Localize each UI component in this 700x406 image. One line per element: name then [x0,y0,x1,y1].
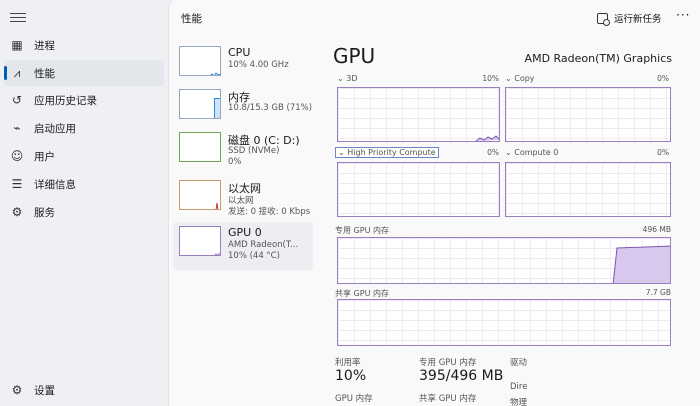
driver-label: 驱动 [510,358,528,368]
sidebar-item-label: 启动应用 [34,122,76,135]
dedicated-memory-label: 专用 GPU 内存 [335,226,389,235]
device-detail: 10.8/15.3 GB (71%) [228,103,313,113]
sidebar-item-label: 服务 [34,206,55,219]
engine-pct-copy: 0% [657,74,669,83]
graph-copy [505,87,671,142]
dedicated-stat-label: 专用 GPU 内存 [419,358,477,368]
graph-grid [506,163,670,216]
sidebar-item-label: 设置 [34,384,55,397]
sidebar-item-label: 应用历史记录 [34,94,97,107]
device-name: GPU 0 [228,226,262,239]
users-icon: ☺ [10,149,24,163]
app-history-icon: ↺ [11,93,23,107]
sidebar-item-users[interactable]: ☺ 用户 [4,143,164,169]
gear-icon: ⚙ [11,383,23,397]
gpu-sparkline [214,252,220,255]
device-detail: AMD Radeon(T... [228,240,299,250]
device-item-gpu[interactable]: GPU 0 AMD Radeon(T... 10% (44 °C) [173,222,313,270]
sidebar-item-startup-apps[interactable]: ⌁ 启动应用 [4,115,164,141]
utilization-label: 利用率 [335,358,361,368]
graph-grid [338,300,670,345]
main-panel: 性能 运行新任务 ··· CPU 10% 4.00 GHz 内存 10.8/15… [168,0,700,406]
utilization-value: 10% [335,368,367,384]
sidebar: ▦ 进程 ⩘ 性能 ↺ 应用历史记录 ⌁ 启动应用 ☺ 用户 ☰ 详细信息 ⚙ … [0,0,168,406]
run-new-task-button[interactable]: 运行新任务 [597,11,662,26]
device-detail-2: 10% (44 °C) [228,251,280,261]
sidebar-item-services[interactable]: ⚙ 服务 [4,199,164,225]
memory-thumbnail-graph [179,89,221,119]
graph-grid [506,88,670,141]
graph-high-priority-compute [337,162,500,217]
more-options-button[interactable]: ··· [676,8,690,22]
cpu-thumbnail-graph [179,46,221,76]
device-name: CPU [228,46,251,59]
engine-selector-high-priority-compute[interactable]: ⌄ High Priority Compute [335,147,439,158]
sidebar-item-label: 详细信息 [34,178,76,191]
page-title: 性能 [181,13,202,25]
engine-selector-copy[interactable]: ⌄ Copy [505,74,535,83]
gpu-thumbnail-graph [179,226,221,256]
dedicated-stat-value: 395/496 MB [419,368,504,384]
device-item-cpu[interactable]: CPU 10% 4.00 GHz [173,42,313,88]
device-item-disk[interactable]: 磁盘 0 (C: D:) SSD (NVMe) 0% [173,128,313,174]
sidebar-item-performance[interactable]: ⩘ 性能 [4,60,164,86]
disk-thumbnail-graph [179,132,221,162]
device-item-memory[interactable]: 内存 10.8/15.3 GB (71%) [173,85,313,131]
device-detail: SSD (NVMe) [228,146,280,156]
performance-icon: ⩘ [13,66,21,80]
startup-apps-icon: ⌁ [13,121,21,135]
engine-pct-compute-0: 0% [657,148,669,157]
gpu-memory-label: GPU 内存 [335,394,373,404]
dedicated-memory-max: 496 MB [642,225,671,234]
gpu-title: GPU [333,44,376,68]
engine-selector-compute-0[interactable]: ⌄ Compute 0 [505,148,558,157]
details-icon: ☰ [11,177,23,191]
run-task-icon [597,12,610,26]
sidebar-item-processes[interactable]: ▦ 进程 [4,32,164,58]
graph-shared-memory [337,299,671,346]
top-bar: 性能 运行新任务 ··· [169,0,700,34]
graph-compute-0 [505,162,671,217]
graph-3d-line [475,135,499,141]
memory-usage-fill [214,98,220,118]
dedicated-memory-area [612,245,670,283]
gpu-model: AMD Radeon(TM) Graphics [524,52,672,65]
sidebar-item-app-history[interactable]: ↺ 应用历史记录 [4,87,164,113]
sidebar-item-settings[interactable]: ⚙ 设置 [4,377,164,403]
hamburger-menu-icon[interactable] [10,10,26,24]
graph-dedicated-memory [337,237,671,284]
graph-grid [338,163,499,216]
services-icon: ⚙ [11,205,23,219]
device-detail-2: 发送: 0 接收: 0 Kbps [228,207,311,217]
device-item-ethernet[interactable]: 以太网 以太网 发送: 0 接收: 0 Kbps [173,176,313,222]
processes-icon: ▦ [11,38,23,52]
device-detail-2: 0% [228,157,242,167]
physical-location-label: 物理 [510,398,528,406]
engine-selector-3d[interactable]: ⌄ 3D [337,74,358,83]
directx-label: Dire [510,382,528,392]
engine-pct-3d: 10% [482,74,499,83]
shared-memory-max: 7.7 GB [645,288,671,297]
ethernet-thumbnail-graph [179,180,221,210]
engine-pct-high-priority-compute: 0% [487,148,499,157]
graph-3d [337,87,500,142]
cpu-sparkline [210,72,220,75]
sidebar-item-label: 性能 [34,67,55,80]
sidebar-item-label: 进程 [34,39,55,52]
run-new-task-label: 运行新任务 [614,14,662,25]
sidebar-item-details[interactable]: ☰ 详细信息 [4,171,164,197]
sidebar-item-label: 用户 [34,150,55,163]
shared-memory-label: 共享 GPU 内存 [335,289,389,298]
device-detail: 10% 4.00 GHz [228,60,289,70]
shared-gpu-memory-label: 共享 GPU 内存 [419,394,477,404]
ethernet-sparkline [215,202,219,209]
